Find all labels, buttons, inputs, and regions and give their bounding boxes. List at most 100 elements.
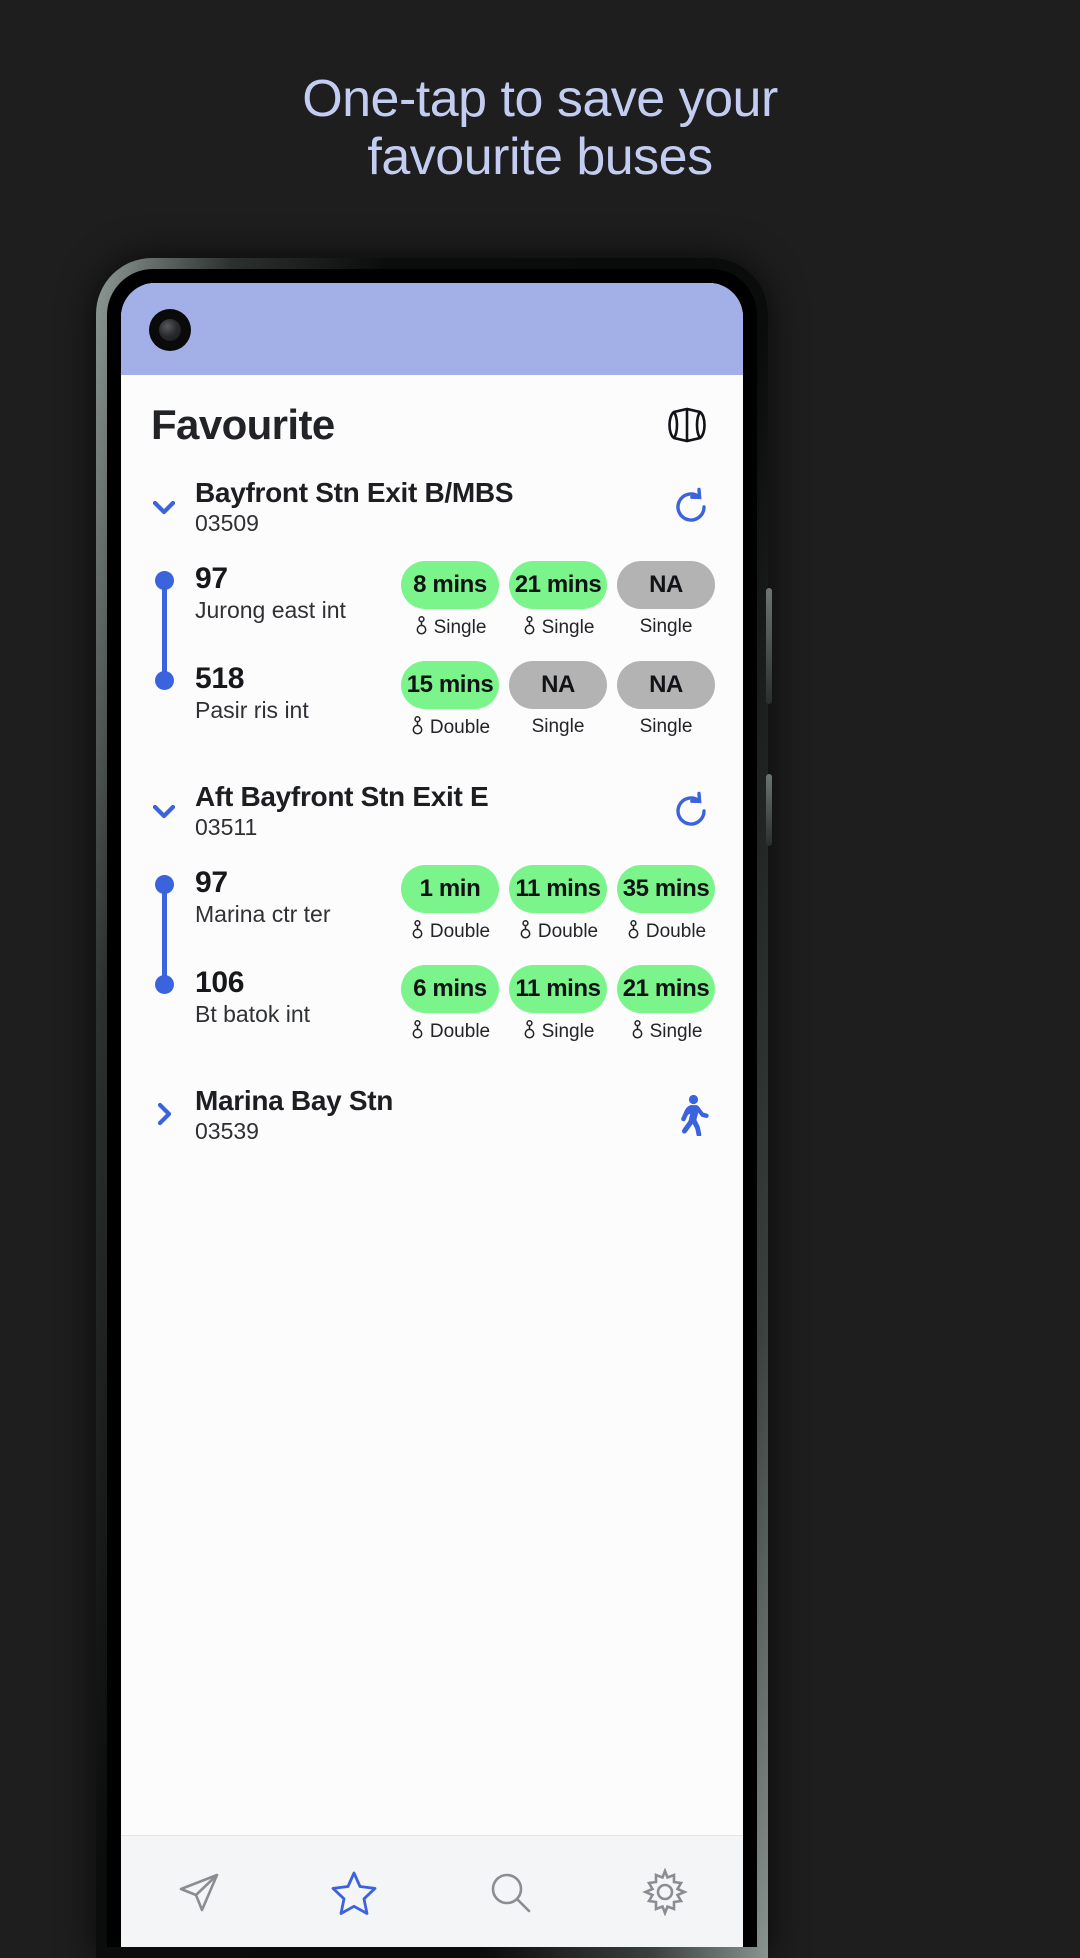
arrival-pills: 15 mins Double NA Single NA Single	[375, 660, 715, 741]
bus-service-number: 518	[195, 661, 245, 695]
chevron-down-icon[interactable]	[147, 490, 181, 524]
favourite-stop-list: Bayfront Stn Exit B/MBS 03509 97 Jurong eas…	[121, 459, 743, 1154]
stop-header[interactable]: Aft Bayfront Stn Exit E 03511	[143, 763, 721, 851]
stop-header[interactable]: Bayfront Stn Exit B/MBS 03509	[143, 459, 721, 547]
bus-destination: Marina ctr ter	[195, 900, 331, 927]
bus-deck-icon	[414, 615, 429, 641]
arrival-time-pill[interactable]: 15 mins	[401, 660, 499, 709]
deck-type-text: Single	[639, 715, 693, 737]
nav-item-search[interactable]	[462, 1856, 558, 1928]
stop-code: 03509	[195, 510, 259, 537]
stop-text: Bayfront Stn Exit B/MBS 03509	[195, 477, 669, 537]
front-camera-icon	[149, 309, 191, 351]
bus-deck-label: Double	[401, 919, 499, 945]
promo-heading-line-1: One-tap to save your	[302, 70, 778, 128]
bus-row[interactable]: 518 Pasir ris int 15 mins Double NA Single NA S…	[143, 657, 721, 757]
stop-group: Marina Bay Stn 03539	[121, 1067, 743, 1155]
arrival-time-pill[interactable]: NA	[617, 560, 715, 609]
arrival-slot[interactable]: 11 mins Double	[509, 864, 607, 945]
power-button[interactable]	[766, 774, 772, 846]
bus-deck-label: Single	[617, 716, 715, 738]
bus-arrival-list: 97 Jurong east int 8 mins Single 21 mins Sing…	[143, 547, 721, 763]
bus-meta: 97 Jurong east int	[143, 561, 375, 624]
stop-text: Aft Bayfront Stn Exit E 03511	[195, 781, 669, 841]
stop-code: 03539	[195, 1118, 259, 1144]
arrival-slot[interactable]: 6 mins Double	[401, 964, 499, 1045]
arrival-slot[interactable]: 35 mins Double	[617, 864, 715, 945]
bus-service-number: 97	[195, 561, 228, 595]
page-title: Favourite	[151, 401, 335, 448]
arrival-time-pill[interactable]: 35 mins	[617, 864, 715, 913]
deck-type-text: Single	[433, 617, 487, 639]
arrival-slot[interactable]: NA Single	[617, 660, 715, 741]
bus-deck-label: Double	[617, 919, 715, 945]
nav-item-nearby[interactable]	[151, 1856, 247, 1928]
stop-name: Bayfront Stn Exit B/MBS	[195, 477, 514, 508]
bus-row[interactable]: 97 Marina ctr ter 1 min Double 11 mins Double…	[143, 861, 721, 961]
arrival-time-pill[interactable]: 11 mins	[509, 964, 607, 1013]
walking-person-icon[interactable]	[669, 1092, 713, 1138]
promo-heading: One-tap to save your favourite buses	[0, 70, 1080, 186]
bus-deck-icon	[630, 1019, 645, 1045]
deck-type-text: Single	[531, 715, 585, 737]
arrival-pills: 1 min Double 11 mins Double 35 mins Double	[375, 864, 715, 945]
stop-text: Marina Bay Stn 03539	[195, 1085, 669, 1145]
deck-type-text: Single	[649, 1021, 703, 1043]
bus-deck-icon	[522, 615, 537, 641]
bus-deck-label: Double	[509, 919, 607, 945]
bus-row[interactable]: 97 Jurong east int 8 mins Single 21 mins Sing…	[143, 557, 721, 657]
bus-deck-icon	[518, 919, 533, 945]
bus-row[interactable]: 106 Bt batok int 6 mins Double 11 mins Single…	[143, 961, 721, 1061]
arrival-time-pill[interactable]: NA	[617, 660, 715, 709]
arrival-time-pill[interactable]: 11 mins	[509, 864, 607, 913]
deck-type-text: Double	[429, 921, 491, 943]
bus-meta: 518 Pasir ris int	[143, 661, 375, 724]
stop-name: Marina Bay Stn	[195, 1084, 394, 1116]
timeline-dot	[155, 670, 174, 690]
timeline-dot	[155, 874, 174, 894]
arrival-time-pill[interactable]: 6 mins	[401, 964, 499, 1013]
camera-lens	[159, 319, 181, 341]
deck-type-text: Single	[541, 617, 595, 639]
phone-screen: Favourite Bayfront Stn Exit B/MBS 03509 97…	[121, 283, 743, 1947]
arrival-slot[interactable]: 21 mins Single	[509, 560, 607, 641]
bus-deck-label: Single	[509, 1019, 607, 1045]
nav-item-favourite[interactable]	[306, 1856, 402, 1928]
bus-deck-icon	[522, 1019, 537, 1045]
stop-header[interactable]: Marina Bay Stn 03539	[143, 1067, 721, 1155]
stop-group: Bayfront Stn Exit B/MBS 03509 97 Jurong eas…	[121, 459, 743, 763]
stop-name: Aft Bayfront Stn Exit E	[195, 780, 489, 812]
bus-destination: Pasir ris int	[195, 697, 309, 724]
arrival-slot[interactable]: NA Single	[509, 660, 607, 741]
arrival-time-pill[interactable]: 1 min	[401, 864, 499, 913]
arrival-slot[interactable]: 11 mins Single	[509, 964, 607, 1045]
bus-deck-label: Double	[401, 1019, 499, 1045]
chevron-right-icon[interactable]	[147, 1097, 181, 1131]
bus-destination: Bt batok int	[195, 1000, 311, 1027]
chevron-down-icon[interactable]	[147, 794, 181, 828]
refresh-icon[interactable]	[669, 789, 713, 833]
arrival-slot[interactable]: 1 min Double	[401, 864, 499, 945]
arrival-time-pill[interactable]: 21 mins	[617, 964, 715, 1013]
volume-button[interactable]	[766, 588, 772, 704]
bus-deck-icon	[410, 919, 425, 945]
refresh-icon[interactable]	[669, 485, 713, 529]
bus-deck-icon	[626, 919, 641, 945]
nav-item-settings[interactable]	[617, 1856, 713, 1928]
timeline-dot	[155, 570, 174, 590]
bus-deck-label: Single	[401, 615, 499, 641]
stop-group: Aft Bayfront Stn Exit E 03511 97 Marina ctr…	[121, 763, 743, 1067]
arrival-slot[interactable]: NA Single	[617, 560, 715, 641]
arrival-slot[interactable]: 15 mins Double	[401, 660, 499, 741]
arrival-slot[interactable]: 21 mins Single	[617, 964, 715, 1045]
arrival-time-pill[interactable]: 21 mins	[509, 560, 607, 609]
arrival-time-pill[interactable]: NA	[509, 660, 607, 709]
deck-type-text: Double	[429, 1021, 491, 1043]
timeline-dot	[155, 974, 174, 994]
deck-type-text: Double	[645, 921, 707, 943]
phone-frame: Favourite Bayfront Stn Exit B/MBS 03509 97…	[96, 258, 772, 1958]
mask-icon[interactable]	[661, 405, 713, 445]
arrival-slot[interactable]: 8 mins Single	[401, 560, 499, 641]
arrival-time-pill[interactable]: 8 mins	[401, 560, 499, 609]
arrival-pills: 8 mins Single 21 mins Single NA Single	[375, 560, 715, 641]
